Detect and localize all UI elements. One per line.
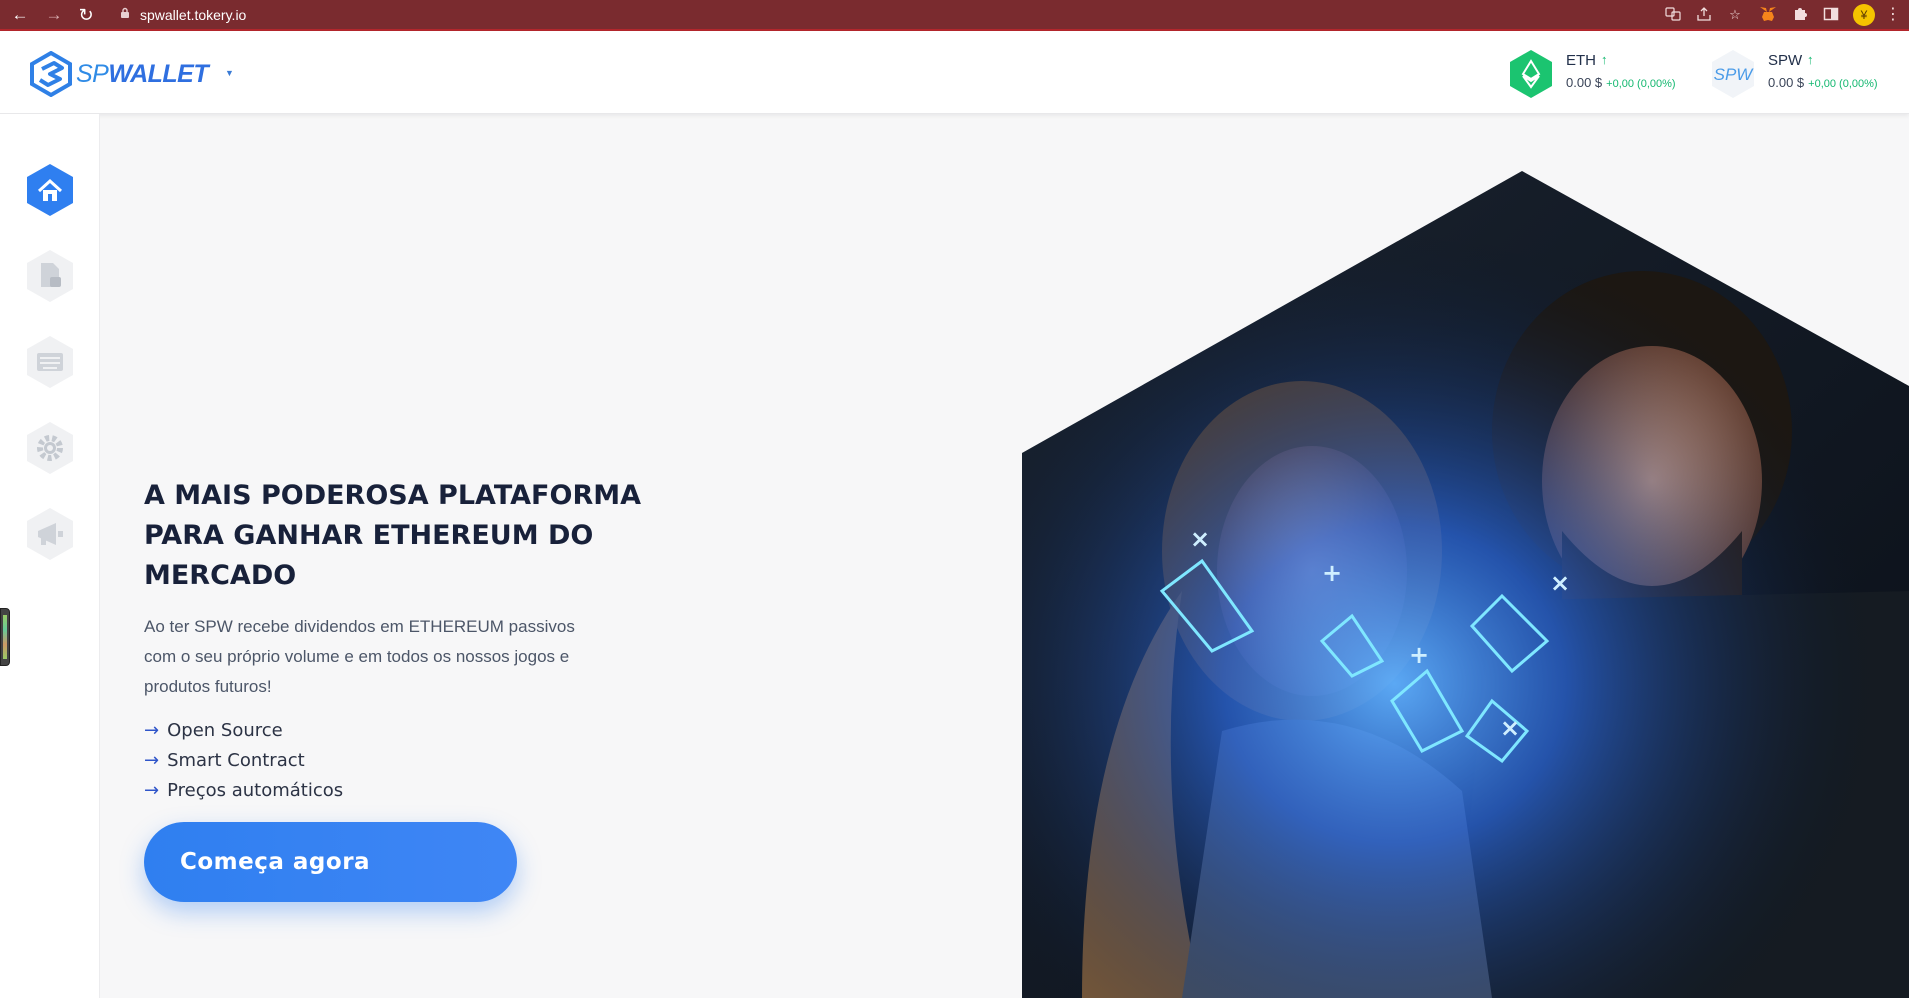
document-icon: [27, 250, 73, 302]
arrow-up-icon: ↑: [1601, 52, 1608, 67]
svg-text:SPW: SPW: [1714, 65, 1755, 84]
spw-badge-icon: SPW: [1712, 50, 1755, 98]
extensions-puzzle-icon[interactable]: [1791, 6, 1809, 24]
sidebar: [0, 114, 100, 998]
ticker-price: 0.00 $ +0,00 (0,00%): [1768, 75, 1878, 90]
svg-text:×: ×: [1500, 714, 1520, 742]
bookmark-star-icon[interactable]: ☆: [1726, 6, 1744, 24]
sidebar-item-announcements[interactable]: [22, 506, 78, 562]
forward-arrow-icon[interactable]: →: [43, 4, 65, 26]
app-header: SPWALLET ▼ ETH ↑ 0.00 $ +0,00 (0,00%) SPW…: [0, 31, 1909, 114]
arrow-right-icon: →: [144, 780, 160, 801]
svg-text:×: ×: [1190, 525, 1210, 553]
hero-title: A MAIS PODEROSA PLATAFORMA PARA GANHAR E…: [144, 480, 641, 591]
svg-text:+: +: [1409, 641, 1429, 669]
list-item: → Smart Contract: [144, 750, 305, 771]
list-item: → Preços automáticos: [144, 780, 344, 801]
arrow-right-icon: →: [144, 720, 160, 741]
ticker-spw[interactable]: SPW SPW ↑ 0.00 $ +0,00 (0,00%): [1710, 49, 1909, 99]
eth-badge-icon: [1510, 50, 1552, 98]
arrow-right-icon: →: [144, 750, 160, 771]
list-item: → Open Source: [144, 720, 283, 741]
share-icon[interactable]: [1695, 6, 1713, 24]
drag-handle[interactable]: [0, 608, 10, 666]
browser-toolbar: ← → ↻ spwallet.tokery.io ☆ ¥ ⋮: [0, 0, 1909, 31]
hero-image: × × × + +: [1022, 171, 1909, 998]
hero-description: Ao ter SPW recebe dividendos em ETHEREUM…: [144, 617, 575, 696]
ticker-change: +0,00 (0,00%): [1606, 78, 1676, 90]
ticker-symbol: ETH: [1566, 52, 1596, 69]
gear-icon: [27, 422, 73, 474]
ticker-price: 0.00 $ +0,00 (0,00%): [1566, 75, 1676, 90]
profile-avatar[interactable]: ¥: [1853, 4, 1875, 26]
sidebar-item-home[interactable]: [22, 162, 78, 218]
reload-icon[interactable]: ↻: [75, 4, 97, 26]
logo-mark-icon: [30, 50, 72, 98]
sidebar-item-documents[interactable]: [22, 248, 78, 304]
logo-wordmark: SPWALLET: [76, 60, 209, 88]
kebab-menu-icon[interactable]: ⋮: [1884, 6, 1902, 24]
svg-text:×: ×: [1550, 569, 1570, 597]
feature-list: → Open Source → Smart Contract → Preços aut…: [144, 716, 343, 806]
ticker-change: +0,00 (0,00%): [1808, 78, 1878, 90]
keyboard-icon: [27, 336, 73, 388]
svg-text:+: +: [1322, 559, 1342, 587]
arrow-up-icon: ↑: [1807, 52, 1814, 67]
home-icon: [27, 164, 73, 216]
sidebar-item-keyboard[interactable]: [22, 334, 78, 390]
megaphone-icon: [27, 508, 73, 560]
get-started-button[interactable]: Começa agora: [144, 822, 517, 902]
metamask-extension-icon[interactable]: [1759, 6, 1777, 24]
side-panel-icon[interactable]: [1822, 6, 1840, 24]
address-bar[interactable]: spwallet.tokery.io: [140, 6, 246, 24]
translate-icon[interactable]: [1664, 6, 1682, 24]
chevron-down-icon[interactable]: ▼: [225, 68, 234, 78]
back-arrow-icon[interactable]: ←: [9, 4, 31, 26]
ticker-symbol: SPW: [1768, 52, 1803, 69]
sidebar-item-settings[interactable]: [22, 420, 78, 476]
ticker-eth[interactable]: ETH ↑ 0.00 $ +0,00 (0,00%): [1508, 49, 1698, 99]
spwallet-logo[interactable]: SPWALLET: [28, 50, 209, 98]
lock-icon[interactable]: [117, 7, 133, 23]
